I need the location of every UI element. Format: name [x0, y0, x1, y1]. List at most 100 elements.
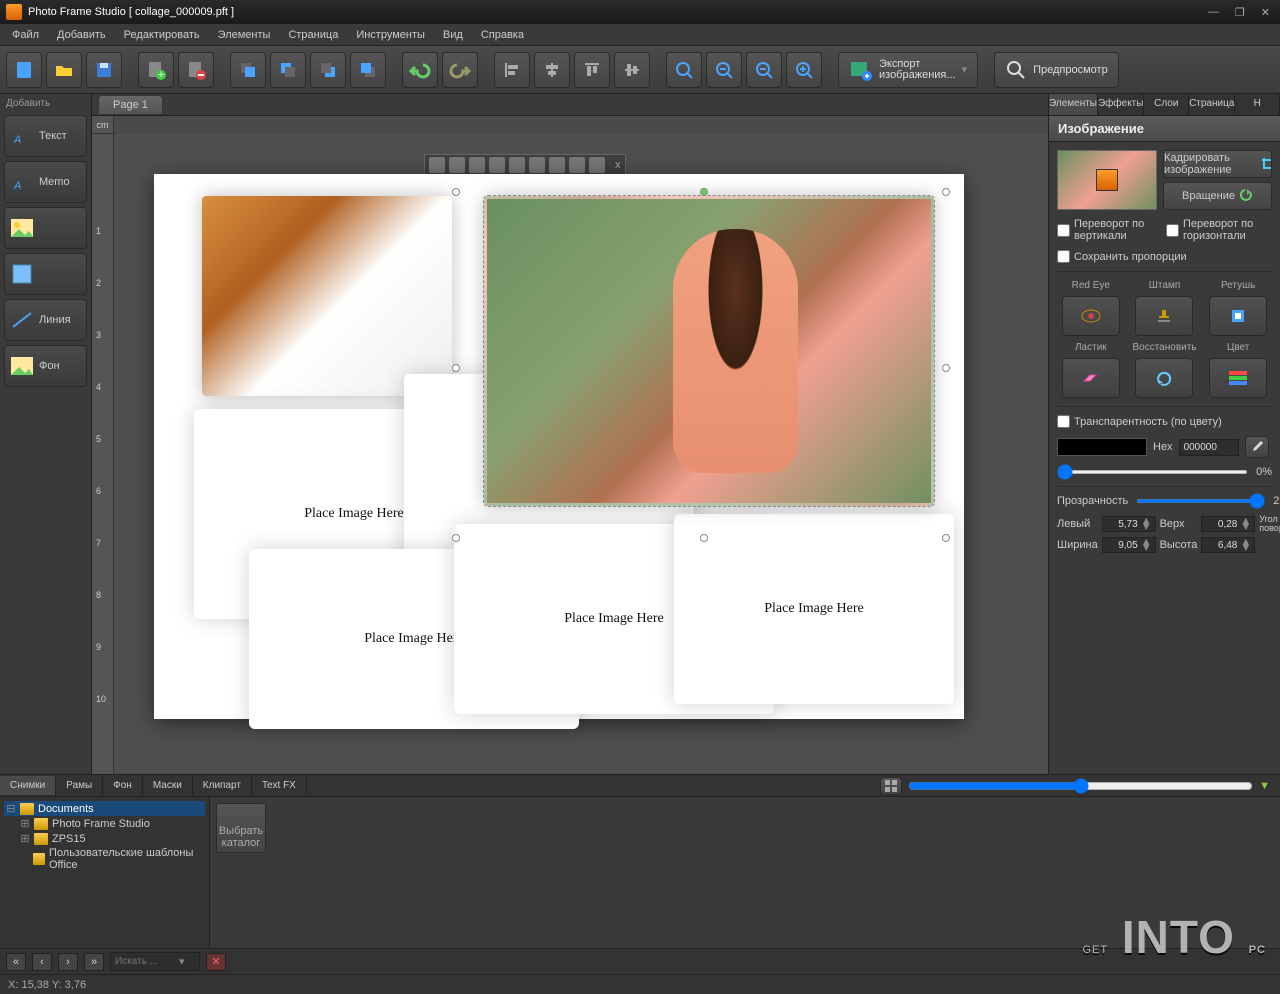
bring-forward-button[interactable]: [270, 52, 306, 88]
selection-handle[interactable]: [452, 364, 460, 372]
selection-handle[interactable]: [452, 188, 460, 196]
selection-handle[interactable]: [942, 534, 950, 542]
restore-tool-button[interactable]: [1135, 358, 1193, 398]
menu-add[interactable]: Добавить: [49, 27, 114, 43]
add-text-button[interactable]: AТекст: [4, 115, 87, 157]
send-backward-button[interactable]: [310, 52, 346, 88]
stamp-tool-button[interactable]: [1135, 296, 1193, 336]
close-button[interactable]: ✕: [1257, 6, 1274, 19]
folder-tree[interactable]: ⊟Documents ⊞Photo Frame Studio ⊞ZPS15 По…: [0, 797, 210, 948]
selection-handle[interactable]: [452, 534, 460, 542]
align-left-button[interactable]: [494, 52, 530, 88]
transparency-color-swatch[interactable]: [1057, 438, 1147, 456]
page-canvas[interactable]: Place Image Here Place Image Here Place …: [154, 174, 964, 719]
tree-root[interactable]: ⊟Documents: [4, 801, 205, 816]
width-input[interactable]: [1106, 540, 1138, 551]
zoom-fit-button[interactable]: [666, 52, 702, 88]
menu-elements[interactable]: Элементы: [210, 27, 279, 43]
align-middle-button[interactable]: [614, 52, 650, 88]
color-tool-button[interactable]: [1209, 358, 1267, 398]
zoom-out-button[interactable]: [746, 52, 782, 88]
tree-item[interactable]: Пользовательские шаблоны Office: [4, 846, 205, 872]
selection-handle-rotate[interactable]: [700, 188, 708, 196]
add-background-button[interactable]: Фон: [4, 345, 87, 387]
search-box[interactable]: ▾: [110, 952, 200, 971]
add-line-button[interactable]: Линия: [4, 299, 87, 341]
menu-tools[interactable]: Инструменты: [348, 27, 433, 43]
image-thumbnail[interactable]: [1057, 150, 1157, 210]
add-image-button[interactable]: [4, 207, 87, 249]
replace-image-icon[interactable]: [1096, 169, 1118, 191]
new-button[interactable]: [6, 52, 42, 88]
bring-front-button[interactable]: [230, 52, 266, 88]
page-add-button[interactable]: +: [138, 52, 174, 88]
thumb-size-icon[interactable]: [880, 777, 902, 795]
btab-clipart[interactable]: Клипарт: [193, 776, 252, 795]
eraser-tool-button[interactable]: [1062, 358, 1120, 398]
tab-more[interactable]: Н: [1235, 94, 1280, 115]
redo-button[interactable]: [442, 52, 478, 88]
top-input[interactable]: [1205, 519, 1237, 530]
image-woman-selected[interactable]: [484, 196, 934, 506]
nav-prev-button[interactable]: ‹: [32, 953, 52, 971]
btab-textfx[interactable]: Text FX: [252, 776, 307, 795]
menu-edit[interactable]: Редактировать: [116, 27, 208, 43]
add-memo-button[interactable]: AMemo: [4, 161, 87, 203]
tab-layers[interactable]: Слои: [1144, 94, 1189, 115]
ft-icon[interactable]: [589, 157, 605, 173]
tab-page[interactable]: Страница: [1189, 94, 1235, 115]
menu-help[interactable]: Справка: [473, 27, 532, 43]
ft-icon[interactable]: [509, 157, 525, 173]
minimize-button[interactable]: —: [1204, 6, 1223, 19]
opacity-slider[interactable]: [1136, 499, 1265, 503]
transparency-slider[interactable]: [1057, 470, 1248, 474]
eyedropper-button[interactable]: [1245, 436, 1269, 458]
save-button[interactable]: [86, 52, 122, 88]
export-button[interactable]: Экспортизображения... ▾: [838, 52, 978, 88]
rotate-button[interactable]: Вращение: [1163, 182, 1272, 210]
ft-icon[interactable]: [489, 157, 505, 173]
tab-elements[interactable]: Элементы: [1049, 94, 1098, 115]
send-back-button[interactable]: [350, 52, 386, 88]
nav-first-button[interactable]: «: [6, 953, 26, 971]
menu-view[interactable]: Вид: [435, 27, 471, 43]
selection-handle[interactable]: [942, 364, 950, 372]
selection-handle[interactable]: [942, 188, 950, 196]
tree-item[interactable]: ⊞Photo Frame Studio: [4, 816, 205, 831]
tab-effects[interactable]: Эффекты: [1098, 94, 1144, 115]
ft-icon[interactable]: [549, 157, 565, 173]
crop-button[interactable]: Кадрировать изображение: [1163, 150, 1272, 178]
menu-page[interactable]: Страница: [280, 27, 346, 43]
ft-icon[interactable]: [529, 157, 545, 173]
add-shape-button[interactable]: [4, 253, 87, 295]
zoom-in-button[interactable]: [786, 52, 822, 88]
selection-handle[interactable]: [700, 534, 708, 542]
btab-frames[interactable]: Рамы: [56, 776, 103, 795]
transparency-checkbox[interactable]: [1057, 415, 1070, 428]
height-input[interactable]: [1205, 540, 1237, 551]
align-top-button[interactable]: [574, 52, 610, 88]
btab-masks[interactable]: Маски: [143, 776, 193, 795]
btab-background[interactable]: Фон: [103, 776, 143, 795]
ft-icon[interactable]: [569, 157, 585, 173]
menu-file[interactable]: Файл: [4, 27, 47, 43]
flip-vertical-checkbox[interactable]: [1057, 224, 1070, 237]
placeholder-5[interactable]: Place Image Here: [674, 514, 954, 704]
ft-close-icon[interactable]: x: [615, 159, 621, 171]
maximize-button[interactable]: ❐: [1231, 6, 1249, 19]
tree-item[interactable]: ⊞ZPS15: [4, 831, 205, 846]
redeye-tool-button[interactable]: [1062, 296, 1120, 336]
canvas[interactable]: x Place Image Here Place Image Here Plac…: [114, 134, 1048, 774]
zoom-100-button[interactable]: [706, 52, 742, 88]
ft-icon[interactable]: [469, 157, 485, 173]
clear-search-button[interactable]: ✕: [206, 953, 226, 971]
search-input[interactable]: [115, 956, 175, 967]
nav-last-button[interactable]: »: [84, 953, 104, 971]
open-button[interactable]: [46, 52, 82, 88]
nav-next-button[interactable]: ›: [58, 953, 78, 971]
btab-photos[interactable]: Снимки: [0, 776, 56, 795]
retouch-tool-button[interactable]: [1209, 296, 1267, 336]
ft-icon[interactable]: [429, 157, 445, 173]
choose-folder-button[interactable]: Выбрать каталог: [216, 803, 266, 853]
page-remove-button[interactable]: [178, 52, 214, 88]
